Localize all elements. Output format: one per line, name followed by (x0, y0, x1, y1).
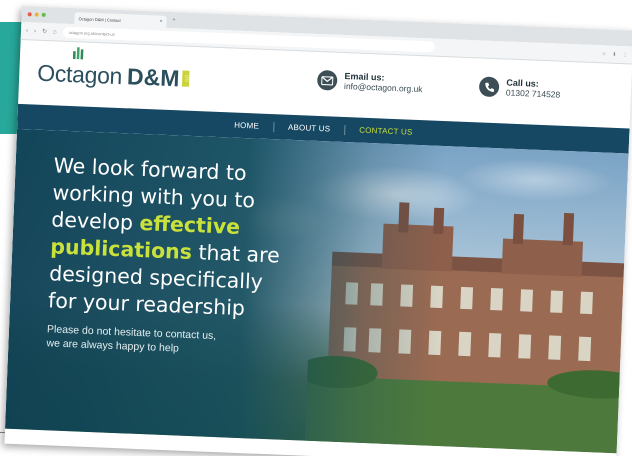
hero-line: that are (191, 240, 281, 268)
logo-ltd-badge: LTD (182, 70, 190, 87)
menu-icon[interactable]: ⋮ (622, 52, 627, 58)
hero-highlight: publications (49, 234, 193, 265)
hero-highlight: effective (139, 210, 241, 239)
bookmark-icon[interactable]: ☆ (602, 51, 607, 57)
new-tab-icon[interactable]: + (172, 17, 175, 23)
phone-icon (478, 76, 500, 98)
reload-icon[interactable]: ↻ (42, 28, 47, 35)
browser-window: Octagon D&M | Contact × + ‹ › ↻ ⌂ octago… (4, 6, 632, 456)
logo-dm: D&M (126, 62, 181, 91)
back-icon[interactable]: ‹ (26, 28, 28, 34)
hero-line: We look forward to (53, 153, 248, 186)
forward-icon[interactable]: › (34, 28, 36, 34)
close-window-dot[interactable] (27, 12, 32, 17)
toolbar-icons: ☆ ⬇ ⋮ (602, 51, 628, 58)
nav-divider (344, 124, 346, 135)
minimize-window-dot[interactable] (34, 12, 39, 17)
phone-contact[interactable]: Call us: 01302 714528 (478, 76, 561, 100)
close-tab-icon[interactable]: × (159, 19, 162, 25)
logo-wordmark: Octagon (36, 59, 123, 89)
nav-contact-us[interactable]: CONTACT US (359, 126, 413, 137)
hero-line: develop (50, 207, 141, 235)
site-logo[interactable]: Octagon D&M LTD (37, 59, 190, 92)
download-icon[interactable]: ⬇ (612, 51, 616, 57)
tab-title: Octagon D&M | Contact (78, 15, 121, 23)
hero-heading: We look forward to working with you to d… (48, 152, 344, 326)
url-text: octagon.org.uk/contact-us (68, 29, 115, 37)
email-address[interactable]: info@octagon.org.uk (344, 81, 423, 94)
nav-about-us[interactable]: ABOUT US (288, 123, 331, 134)
nav-home[interactable]: HOME (234, 121, 259, 131)
leaf-logo-icon (72, 47, 84, 60)
phone-number[interactable]: 01302 714528 (506, 87, 561, 99)
hero-text-block: We look forward to working with you to d… (46, 152, 344, 361)
email-contact[interactable]: Email us: info@octagon.org.uk (316, 69, 423, 94)
email-icon (316, 69, 338, 91)
hero-banner: We look forward to working with you to d… (5, 128, 629, 454)
maximize-window-dot[interactable] (41, 12, 46, 17)
home-icon[interactable]: ⌂ (53, 29, 57, 35)
hero-line: for your readership (47, 288, 246, 321)
nav-divider (272, 121, 275, 132)
magazine-page: Octagon D&M | Contact × + ‹ › ↻ ⌂ octago… (0, 0, 632, 456)
